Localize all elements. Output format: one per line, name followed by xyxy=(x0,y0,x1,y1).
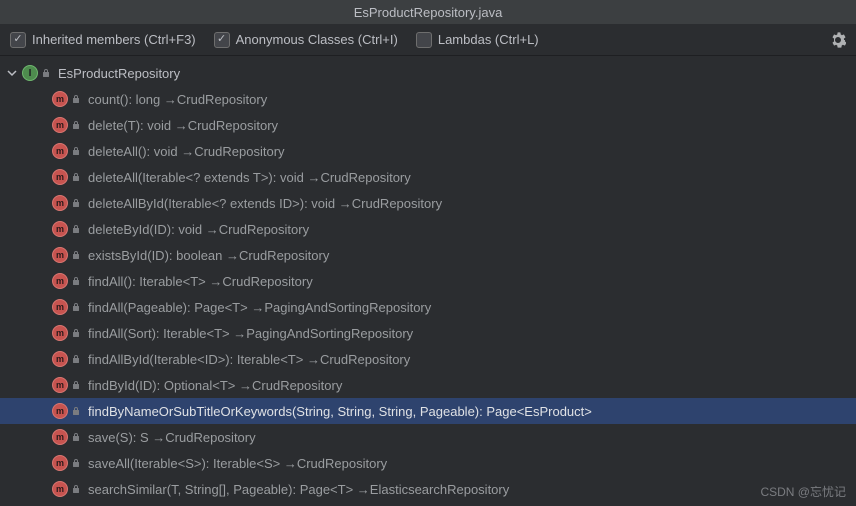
lock-icon xyxy=(70,119,82,131)
method-icon: m xyxy=(52,429,68,445)
method-label: deleteById(ID): void →CrudRepository xyxy=(88,222,309,237)
checkbox-icon xyxy=(10,32,26,48)
method-label: existsById(ID): boolean →CrudRepository xyxy=(88,248,329,263)
tree-method-node[interactable]: m searchSimilar(T, String[], Pageable): P… xyxy=(0,476,856,502)
method-icon: m xyxy=(52,143,68,159)
lock-icon xyxy=(70,145,82,157)
method-icon: m xyxy=(52,247,68,263)
tree-method-node[interactable]: m findAll(): Iterable<T> →CrudRepository xyxy=(0,268,856,294)
lambdas-label: Lambdas (Ctrl+L) xyxy=(438,32,539,47)
tree-method-node[interactable]: m deleteAll(Iterable<? extends T>): void … xyxy=(0,164,856,190)
title-bar: EsProductRepository.java xyxy=(0,0,856,24)
lock-icon xyxy=(70,379,82,391)
tree-method-node[interactable]: m deleteById(ID): void →CrudRepository xyxy=(0,216,856,242)
tree-method-node[interactable]: m deleteAllById(Iterable<? extends ID>): … xyxy=(0,190,856,216)
tree-root-node[interactable]: I EsProductRepository xyxy=(0,60,856,86)
gear-icon[interactable] xyxy=(830,32,846,48)
watermark: CSDN @忘忧记 xyxy=(760,483,846,500)
method-icon: m xyxy=(52,91,68,107)
method-label: deleteAll(): void →CrudRepository xyxy=(88,144,285,159)
method-icon: m xyxy=(52,273,68,289)
interface-icon: I xyxy=(22,65,38,81)
tree-method-node[interactable]: m delete(T): void →CrudRepository xyxy=(0,112,856,138)
method-icon: m xyxy=(52,117,68,133)
lock-icon xyxy=(70,249,82,261)
method-icon: m xyxy=(52,195,68,211)
method-label: findByNameOrSubTitleOrKeywords(String, S… xyxy=(88,404,592,419)
method-label: searchSimilar(T, String[], Pageable): Pa… xyxy=(88,482,509,497)
method-label: save(S): S →CrudRepository xyxy=(88,430,256,445)
tree-method-node[interactable]: m findByNameOrSubTitleOrKeywords(String, … xyxy=(0,398,856,424)
method-icon: m xyxy=(52,403,68,419)
method-icon: m xyxy=(52,325,68,341)
root-label: EsProductRepository xyxy=(58,66,180,81)
anonymous-classes-label: Anonymous Classes (Ctrl+I) xyxy=(236,32,398,47)
method-label: deleteAll(Iterable<? extends T>): void →… xyxy=(88,170,411,185)
lock-icon xyxy=(70,275,82,287)
checkbox-icon xyxy=(214,32,230,48)
tree-method-node[interactable]: m findById(ID): Optional<T> →CrudReposito… xyxy=(0,372,856,398)
tree-method-node[interactable]: m count(): long →CrudRepository xyxy=(0,86,856,112)
inherited-members-toggle[interactable]: Inherited members (Ctrl+F3) xyxy=(10,32,196,48)
tree-method-node[interactable]: m deleteAll(): void →CrudRepository xyxy=(0,138,856,164)
method-label: findAll(Sort): Iterable<T> →PagingAndSor… xyxy=(88,326,413,341)
lock-icon xyxy=(70,353,82,365)
tree-method-node[interactable]: m saveAll(Iterable<S>): Iterable<S> →Crud… xyxy=(0,450,856,476)
structure-toolbar: Inherited members (Ctrl+F3) Anonymous Cl… xyxy=(0,24,856,56)
tree-method-node[interactable]: m findAllById(Iterable<ID>): Iterable<T> … xyxy=(0,346,856,372)
method-icon: m xyxy=(52,481,68,497)
method-label: findById(ID): Optional<T> →CrudRepositor… xyxy=(88,378,342,393)
method-icon: m xyxy=(52,377,68,393)
method-label: findAll(): Iterable<T> →CrudRepository xyxy=(88,274,313,289)
tree-method-node[interactable]: m save(S): S →CrudRepository xyxy=(0,424,856,450)
lock-icon xyxy=(70,197,82,209)
tree-method-node[interactable]: m existsById(ID): boolean →CrudRepository xyxy=(0,242,856,268)
lock-icon xyxy=(70,327,82,339)
method-label: findAllById(Iterable<ID>): Iterable<T> →… xyxy=(88,352,410,367)
lock-icon xyxy=(70,431,82,443)
lock-icon xyxy=(70,93,82,105)
method-label: findAll(Pageable): Page<T> →PagingAndSor… xyxy=(88,300,431,315)
lock-icon xyxy=(70,483,82,495)
method-icon: m xyxy=(52,221,68,237)
tree-method-node[interactable]: m findAll(Sort): Iterable<T> →PagingAndSo… xyxy=(0,320,856,346)
method-icon: m xyxy=(52,169,68,185)
lock-icon xyxy=(70,301,82,313)
method-label: deleteAllById(Iterable<? extends ID>): v… xyxy=(88,196,442,211)
file-title: EsProductRepository.java xyxy=(354,5,503,20)
method-icon: m xyxy=(52,351,68,367)
lock-icon xyxy=(70,457,82,469)
method-icon: m xyxy=(52,455,68,471)
method-label: saveAll(Iterable<S>): Iterable<S> →CrudR… xyxy=(88,456,387,471)
inherited-members-label: Inherited members (Ctrl+F3) xyxy=(32,32,196,47)
lock-icon xyxy=(40,67,52,79)
anonymous-classes-toggle[interactable]: Anonymous Classes (Ctrl+I) xyxy=(214,32,398,48)
checkbox-icon xyxy=(416,32,432,48)
chevron-down-icon[interactable] xyxy=(4,65,20,81)
lambdas-toggle[interactable]: Lambdas (Ctrl+L) xyxy=(416,32,539,48)
structure-tree[interactable]: I EsProductRepository m count(): long →Cr… xyxy=(0,56,856,502)
method-label: count(): long →CrudRepository xyxy=(88,92,267,107)
method-icon: m xyxy=(52,299,68,315)
method-label: delete(T): void →CrudRepository xyxy=(88,118,278,133)
lock-icon xyxy=(70,223,82,235)
lock-icon xyxy=(70,405,82,417)
tree-method-node[interactable]: m findAll(Pageable): Page<T> →PagingAndSo… xyxy=(0,294,856,320)
lock-icon xyxy=(70,171,82,183)
